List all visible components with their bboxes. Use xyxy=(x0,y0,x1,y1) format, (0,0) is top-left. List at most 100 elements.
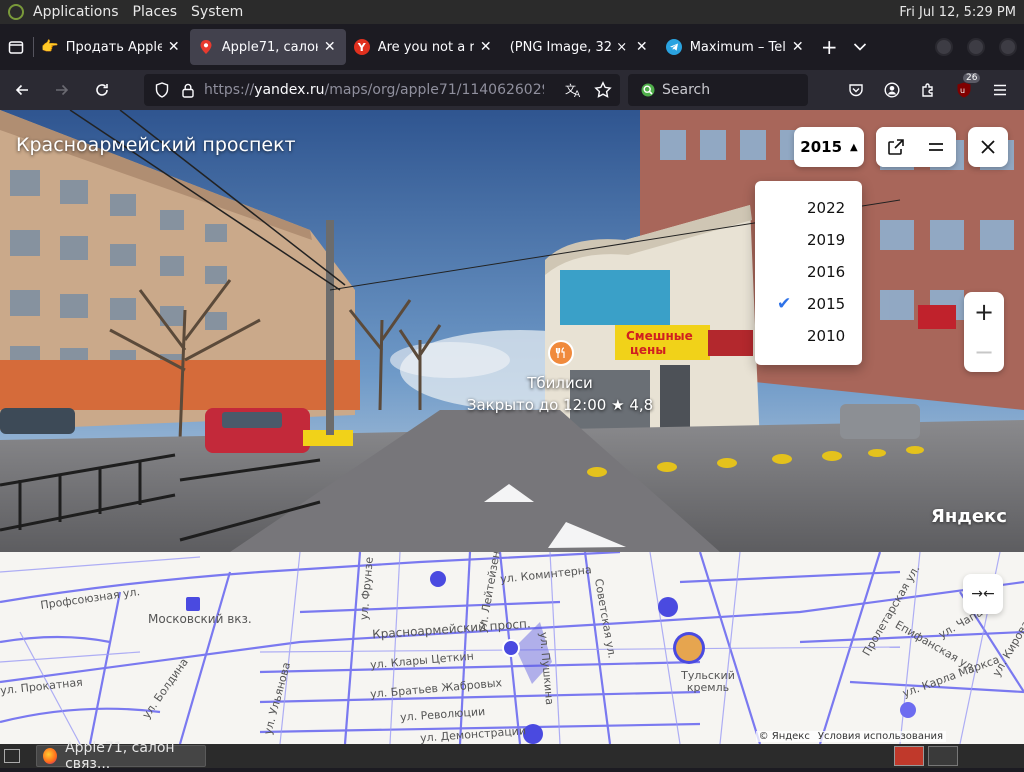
extensions-button[interactable] xyxy=(912,74,944,106)
open-external-button[interactable] xyxy=(876,127,916,167)
svg-text:Смешные: Смешные xyxy=(626,329,693,343)
url-host: yandex.ru xyxy=(254,82,325,98)
close-icon xyxy=(981,140,995,154)
search-placeholder: Search xyxy=(662,82,711,98)
search-bar[interactable]: Search xyxy=(628,74,808,106)
chevron-down-icon xyxy=(854,43,867,51)
close-tab-icon[interactable]: ✕ xyxy=(634,39,650,55)
system-menu[interactable]: System xyxy=(184,4,250,20)
plus-icon: + xyxy=(820,35,838,59)
clock[interactable]: Fri Jul 12, 5:29 PM xyxy=(899,5,1024,20)
tab-title: (PNG Image, 32 × 3 xyxy=(509,39,630,55)
map-attribution: © Яндекс Условия использования xyxy=(755,731,946,742)
forward-button[interactable] xyxy=(44,74,80,106)
street-panorama[interactable]: Смешные цены Красноармейский проспект 20… xyxy=(0,110,1024,552)
move-forward-arrow[interactable] xyxy=(482,482,536,504)
show-desktop-icon[interactable] xyxy=(4,749,20,763)
bookmark-star-icon[interactable] xyxy=(594,81,612,103)
tab-1[interactable]: 👉 Продать Apple ✕ xyxy=(34,29,190,65)
close-tab-icon[interactable]: ✕ xyxy=(166,39,182,55)
close-panorama-button[interactable] xyxy=(968,127,1008,167)
new-tab-button[interactable]: + xyxy=(814,29,845,65)
menu-button[interactable] xyxy=(916,127,956,167)
list-all-tabs-button[interactable] xyxy=(845,29,876,65)
poi-name[interactable]: Тбилиси xyxy=(440,374,680,392)
poi-rating: 4,8 xyxy=(629,396,654,414)
tab-2[interactable]: Apple71, салон ✕ xyxy=(189,29,346,65)
restaurant-pin-icon[interactable] xyxy=(548,340,574,366)
tab-title: Maximum – Tele xyxy=(689,39,786,55)
puzzle-icon xyxy=(922,83,933,97)
ublock-extension-button[interactable]: u 26 xyxy=(948,73,981,106)
terms-link[interactable]: Условия использования xyxy=(818,731,943,742)
url-path: /maps/org/apple71/1140626029/?ll=37 xyxy=(324,82,544,98)
copyright-text: © Яндекс xyxy=(758,731,810,742)
year-option-selected[interactable]: ✔ 2015 xyxy=(755,288,862,320)
arrow-right-icon xyxy=(56,84,69,96)
url-bar[interactable]: https://yandex.ru/maps/org/apple71/11406… xyxy=(144,74,620,106)
minimize-window-button[interactable] xyxy=(935,38,953,56)
workspace-2[interactable] xyxy=(928,746,958,766)
app-menu-button[interactable] xyxy=(984,74,1016,106)
svg-text:A: A xyxy=(574,90,581,98)
workspace-1[interactable] xyxy=(894,746,924,766)
telegram-icon xyxy=(665,39,682,55)
taskbar-window-title: Apple71, салон связ... xyxy=(65,740,175,772)
collapse-arrows-icon: →← xyxy=(971,586,995,602)
account-button[interactable] xyxy=(876,74,908,106)
top-panel: Applications Places System Fri Jul 12, 5… xyxy=(0,0,1024,24)
zoom-out-button[interactable]: − xyxy=(964,332,1004,372)
zoom-in-button[interactable]: + xyxy=(964,292,1004,332)
collapse-map-button[interactable]: →← xyxy=(963,574,1003,614)
hand-icon: 👉 xyxy=(41,39,59,55)
reload-icon xyxy=(96,84,108,96)
year-dropdown: 2022 2019 2016 ✔ 2015 2010 xyxy=(755,181,862,365)
tab-4[interactable]: (PNG Image, 32 × 3 ✕ xyxy=(502,29,658,65)
year-option[interactable]: 2016 xyxy=(755,256,862,288)
ublock-icon: u xyxy=(957,82,971,98)
hamburger-icon xyxy=(929,143,943,151)
pano-actions-group xyxy=(876,127,956,167)
taskbar-window-button[interactable]: Apple71, салон связ... xyxy=(36,740,206,772)
tab-5[interactable]: Maximum – Tele ✕ xyxy=(658,29,814,65)
year-option[interactable]: 2019 xyxy=(755,224,862,256)
page-content: Смешные цены Красноармейский проспект 20… xyxy=(0,110,1024,744)
map-station-label: Московский вкз. xyxy=(148,612,252,626)
firefox-view-button[interactable] xyxy=(0,24,33,70)
firefox-icon xyxy=(43,748,58,764)
close-tab-icon[interactable]: ✕ xyxy=(478,39,494,55)
account-icon xyxy=(884,82,900,98)
year-select-button[interactable]: 2015 ▲ xyxy=(794,127,864,167)
pocket-icon xyxy=(849,84,863,97)
move-right-arrow[interactable] xyxy=(546,520,628,550)
places-menu[interactable]: Places xyxy=(126,4,185,20)
map-landmark-label: Тульский кремль xyxy=(681,669,735,694)
maximize-window-button[interactable] xyxy=(967,38,985,56)
mini-map[interactable]: Профсоюзная ул. Московский вкз. Красноар… xyxy=(0,552,1024,744)
navigation-toolbar: https://yandex.ru/maps/org/apple71/11406… xyxy=(0,70,1024,110)
reload-button[interactable] xyxy=(84,74,120,106)
svg-text:цены: цены xyxy=(630,343,666,357)
tab-title: Продать Apple xyxy=(65,39,162,55)
close-tab-icon[interactable]: ✕ xyxy=(322,39,338,55)
year-option[interactable]: 2010 xyxy=(755,320,862,352)
back-button[interactable] xyxy=(4,74,40,106)
poi-status-line: Закрыто до 12:00 ★ 4,8 xyxy=(440,396,680,414)
svg-text:u: u xyxy=(960,86,965,95)
lock-icon[interactable] xyxy=(178,83,198,98)
shield-icon[interactable] xyxy=(152,82,172,98)
street-name: Красноармейский проспект xyxy=(16,134,296,156)
pocket-button[interactable] xyxy=(840,74,872,106)
url-text[interactable]: https://yandex.ru/maps/org/apple71/11406… xyxy=(204,82,544,98)
star-icon: ★ xyxy=(611,396,625,414)
search-icon xyxy=(640,82,656,98)
close-window-button[interactable] xyxy=(999,38,1017,56)
translate-icon[interactable]: 文A xyxy=(565,82,583,102)
external-link-icon xyxy=(888,139,904,155)
year-option[interactable]: 2022 xyxy=(755,192,862,224)
tab-3[interactable]: Y Are you not a ro ✕ xyxy=(346,29,502,65)
selected-year: 2015 xyxy=(800,138,843,156)
applications-menu[interactable]: Applications xyxy=(26,4,126,20)
distro-logo-icon[interactable] xyxy=(8,4,24,20)
close-tab-icon[interactable]: ✕ xyxy=(790,39,806,55)
